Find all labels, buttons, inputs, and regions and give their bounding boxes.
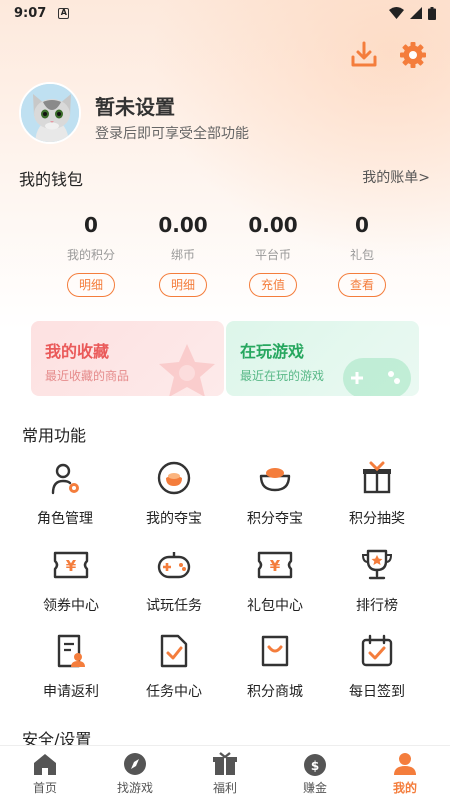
login-hint[interactable]: 登录后即可享受全部功能	[95, 123, 249, 143]
feature-label: 试玩任务	[146, 598, 202, 614]
avatar[interactable]	[19, 82, 81, 144]
favorites-title: 我的收藏	[45, 342, 110, 361]
feature-points-treasure[interactable]: 积分夺宝	[230, 458, 320, 528]
wallet-points: 0 我的积分 明细	[51, 213, 131, 297]
nav-earn[interactable]: $ 赚金	[270, 746, 360, 800]
nav-label: 找游戏	[116, 781, 153, 795]
feature-role-manage[interactable]: 角色管理	[20, 458, 110, 528]
calendar-check-icon	[357, 631, 397, 671]
bottom-navigation: 首页 找游戏 福利 $ 赚金 我的	[0, 745, 450, 800]
wallet-value: 0	[355, 213, 369, 237]
svg-text:¥: ¥	[270, 557, 281, 575]
favorites-subtitle: 最近收藏的商品	[45, 369, 130, 383]
trophy-icon	[357, 545, 397, 585]
playing-card[interactable]: 在玩游戏 最近在玩的游戏	[226, 321, 419, 396]
home-icon	[34, 754, 56, 775]
feature-label: 申请返利	[43, 684, 99, 700]
feature-label: 排行榜	[356, 598, 398, 614]
user-name[interactable]: 暂未设置	[95, 91, 175, 120]
wallet-label: 平台币	[254, 248, 291, 262]
feature-label: 积分商城	[247, 684, 303, 700]
feature-label: 角色管理	[37, 511, 93, 527]
coupon-icon: ¥	[51, 545, 91, 585]
feature-points-mall[interactable]: 积分商城	[230, 631, 320, 701]
wallet-bound-coins: 0.00 绑币 明细	[143, 213, 223, 297]
treasure-icon	[154, 458, 194, 498]
svg-text:$: $	[311, 759, 319, 773]
recharge-button[interactable]: 充值	[249, 273, 297, 297]
gamepad-icon	[343, 358, 411, 396]
points-treasure-icon	[255, 458, 295, 498]
feature-daily-checkin[interactable]: 每日签到	[332, 631, 422, 701]
wallet-label: 绑币	[170, 248, 195, 262]
favorites-card[interactable]: 我的收藏 最近收藏的商品	[31, 321, 224, 396]
shopping-bag-icon	[255, 631, 295, 671]
wallet-value: 0	[84, 213, 98, 237]
nav-home[interactable]: 首页	[0, 746, 90, 800]
feature-label: 我的夺宝	[146, 511, 202, 527]
feature-label: 积分抽奖	[349, 511, 405, 527]
my-bill-link[interactable]: 我的账单>	[362, 167, 430, 187]
nav-label: 首页	[32, 781, 57, 795]
battery-icon	[428, 6, 436, 20]
svg-text:¥: ¥	[66, 557, 77, 575]
feature-coupon-center[interactable]: ¥ 领券中心	[26, 545, 116, 615]
feature-label: 积分夺宝	[247, 511, 303, 527]
wallet-gift-packs: 0 礼包 查看	[322, 213, 402, 297]
feature-trial-tasks[interactable]: 试玩任务	[129, 545, 219, 615]
role-icon	[45, 458, 85, 498]
wallet-value: 0.00	[248, 213, 298, 237]
view-gifts-button[interactable]: 查看	[338, 273, 386, 297]
gift-ticket-icon: ¥	[255, 545, 295, 585]
feature-points-lottery[interactable]: 积分抽奖	[332, 458, 422, 528]
nav-mine[interactable]: 我的	[360, 746, 450, 800]
feature-label: 礼包中心	[247, 598, 303, 614]
nav-welfare[interactable]: 福利	[180, 746, 270, 800]
nav-label: 赚金	[302, 781, 327, 795]
app-notification-icon: A	[58, 7, 70, 19]
feature-label: 每日签到	[349, 684, 405, 700]
lottery-gift-icon	[357, 458, 397, 498]
user-icon	[394, 753, 416, 775]
task-doc-icon	[154, 631, 194, 671]
wallet-platform-coins: 0.00 平台币 充值	[233, 213, 313, 297]
feature-label: 任务中心	[146, 684, 202, 700]
star-icon	[159, 344, 215, 396]
feature-my-treasure[interactable]: 我的夺宝	[129, 458, 219, 528]
download-icon[interactable]	[349, 40, 379, 70]
wallet-label: 礼包	[349, 248, 374, 262]
feature-apply-rebate[interactable]: 申请返利	[26, 631, 116, 701]
feature-label: 领券中心	[43, 598, 99, 614]
nav-label: 福利	[212, 781, 237, 795]
playing-title: 在玩游戏	[240, 342, 305, 361]
status-bar: 9:07 A	[0, 0, 450, 26]
feature-task-center[interactable]: 任务中心	[129, 631, 219, 701]
bound-coins-detail-button[interactable]: 明细	[159, 273, 207, 297]
nav-find-games[interactable]: 找游戏	[90, 746, 180, 800]
wallet-title: 我的钱包	[19, 170, 84, 189]
wallet-value: 0.00	[158, 213, 208, 237]
status-time: 9:07	[14, 5, 47, 21]
playing-subtitle: 最近在玩的游戏	[240, 369, 325, 383]
features-title: 常用功能	[22, 426, 87, 445]
money-bag-icon: $	[304, 754, 326, 776]
gift-icon	[213, 752, 237, 775]
nav-label: 我的	[392, 781, 417, 795]
feature-leaderboard[interactable]: 排行榜	[332, 545, 422, 615]
feature-gift-center[interactable]: ¥ 礼包中心	[230, 545, 320, 615]
points-detail-button[interactable]: 明细	[67, 273, 115, 297]
settings-icon[interactable]	[398, 40, 428, 70]
wifi-icon	[389, 7, 404, 19]
compass-icon	[124, 753, 146, 775]
wallet-label: 我的积分	[66, 248, 115, 262]
signal-icon	[410, 7, 422, 19]
rebate-doc-icon	[51, 631, 91, 671]
gamepad-icon	[154, 545, 194, 585]
